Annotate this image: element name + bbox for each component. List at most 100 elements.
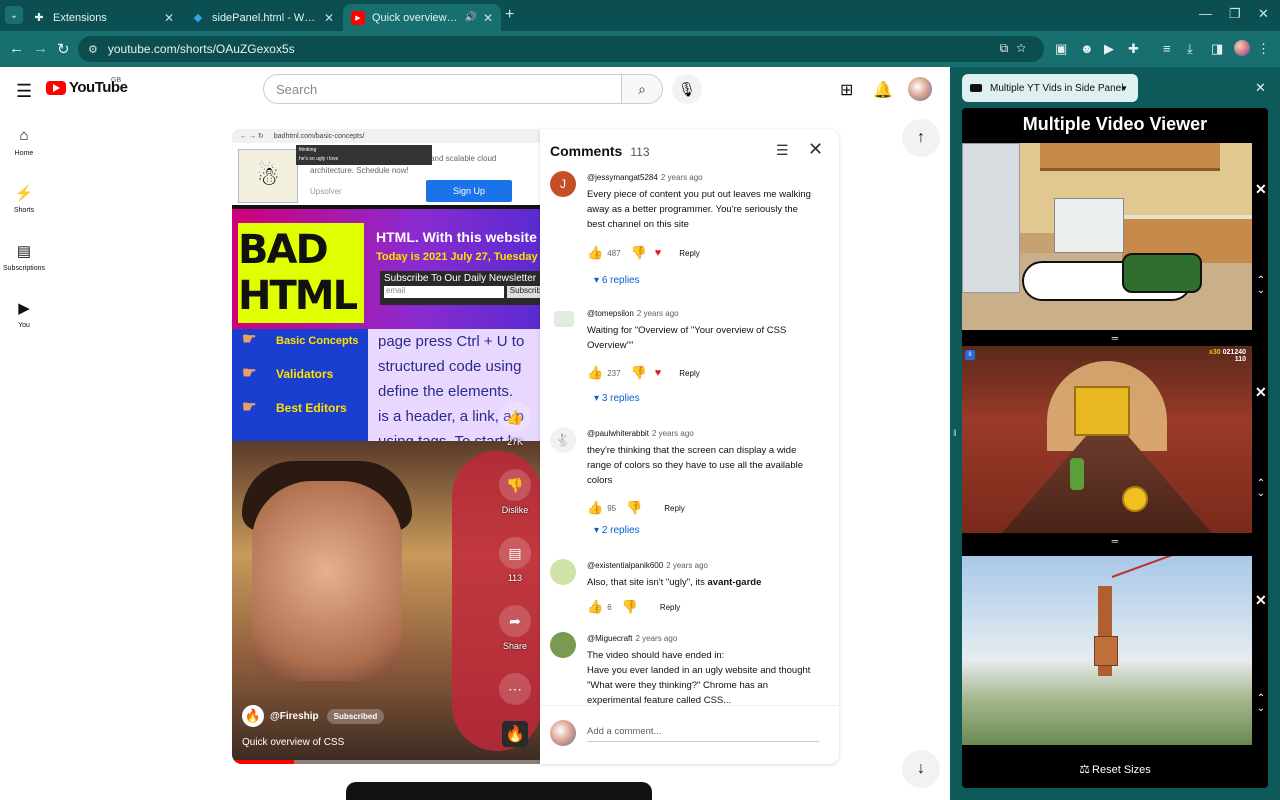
tab-extensions[interactable]: ✚ Extensions ✕ bbox=[24, 4, 182, 31]
like-button[interactable]: 👍 27K bbox=[498, 401, 532, 447]
remove-video-2-icon[interactable]: ✕ bbox=[1255, 384, 1267, 401]
comment-avatar[interactable] bbox=[550, 559, 576, 585]
extension-icon[interactable]: ▣ bbox=[1055, 41, 1067, 57]
notifications-bell-icon[interactable]: 🔔 bbox=[873, 80, 893, 100]
view-replies-button[interactable]: ▾ 2 replies bbox=[594, 525, 640, 536]
tab-search-icon[interactable]: ⌄ bbox=[5, 6, 23, 24]
channel-avatar-fire-icon[interactable]: 🔥 bbox=[242, 705, 264, 727]
more-options-button[interactable]: ⋯ bbox=[498, 673, 532, 705]
voice-search-button[interactable]: 🎙 bbox=[672, 74, 702, 104]
close-tab-icon[interactable]: ✕ bbox=[164, 11, 174, 25]
channel-info[interactable]: 🔥 @Fireship Subscribed bbox=[242, 705, 385, 727]
side-panel-icon[interactable]: ◨ bbox=[1211, 41, 1223, 57]
comment-time[interactable]: 2 years ago bbox=[637, 309, 679, 318]
video-frame-minecraft[interactable] bbox=[962, 556, 1252, 745]
sound-source-fire-icon[interactable]: 🔥 bbox=[502, 721, 528, 747]
comment-time[interactable]: 2 years ago bbox=[661, 173, 703, 182]
bookmark-star-icon[interactable]: ☆ bbox=[1016, 41, 1034, 55]
comment-author[interactable]: @existentialpanik600 bbox=[587, 561, 663, 570]
dislike-button[interactable]: 👎 Dislike bbox=[498, 469, 532, 515]
close-tab-icon[interactable]: ✕ bbox=[324, 11, 334, 25]
comment-avatar[interactable] bbox=[550, 632, 576, 658]
extension-icon[interactable]: ▶ bbox=[1104, 41, 1114, 57]
subscribed-button[interactable]: Subscribed bbox=[326, 708, 385, 724]
video-title[interactable]: Quick overview of CSS bbox=[242, 737, 344, 748]
tab-vscode[interactable]: ◆ sidePanel.html - Workspace - Visual St… bbox=[183, 4, 342, 31]
profile-avatar[interactable] bbox=[1234, 40, 1250, 56]
thumbs-up-icon[interactable]: 👍 bbox=[587, 500, 603, 516]
thumbs-up-icon[interactable]: 👍 bbox=[587, 245, 603, 261]
comment-author[interactable]: @tomepsilon bbox=[587, 309, 634, 318]
thumbs-down-icon[interactable]: 👎 bbox=[631, 245, 647, 261]
sort-comments-icon[interactable]: ☰ bbox=[776, 142, 789, 159]
comment-author[interactable]: @paulwhiterabbit bbox=[587, 429, 649, 438]
download-icon[interactable]: ⤓ bbox=[1187, 41, 1193, 57]
tab-youtube[interactable]: ▶ Quick overview of CSS - YouTube 🔊 ✕ bbox=[343, 4, 501, 31]
sidebar-item-home[interactable]: ⌂ Home bbox=[0, 127, 48, 157]
reset-sizes-button[interactable]: ⚖ Reset Sizes bbox=[962, 762, 1268, 776]
video-frame-cartoon[interactable] bbox=[962, 143, 1252, 330]
resize-video-1-icon[interactable]: ⌃ ⌄ bbox=[1255, 276, 1267, 296]
view-replies-button[interactable]: ▾ 6 replies bbox=[594, 275, 640, 286]
thumbs-up-icon[interactable]: 👍 bbox=[587, 599, 603, 615]
comment-time[interactable]: 2 years ago bbox=[635, 634, 677, 643]
search-button[interactable]: ⌕ bbox=[621, 74, 663, 104]
video-divider-handle[interactable]: ═ bbox=[962, 333, 1268, 343]
close-comments-icon[interactable]: ✕ bbox=[808, 139, 823, 160]
reload-icon[interactable]: ↻ bbox=[57, 40, 70, 58]
video-frame-game[interactable]: II x30 021240 110 bbox=[962, 346, 1252, 533]
close-window-icon[interactable]: ✕ bbox=[1258, 6, 1269, 22]
minimize-icon[interactable]: — bbox=[1199, 6, 1212, 21]
create-video-icon[interactable]: ⊞ bbox=[840, 80, 853, 100]
share-button[interactable]: ➦ Share bbox=[498, 605, 532, 651]
media-control-icon[interactable]: ≡ bbox=[1163, 41, 1171, 56]
side-panel-selector[interactable]: Multiple YT Vids in Side Panel ▼ bbox=[962, 74, 1138, 102]
comment-author[interactable]: @jessymangat5284 bbox=[587, 173, 658, 182]
audio-playing-icon[interactable]: 🔊 bbox=[464, 12, 476, 23]
remove-video-3-icon[interactable]: ✕ bbox=[1255, 592, 1267, 609]
thumbs-up-icon[interactable]: 👍 bbox=[587, 365, 603, 381]
close-tab-icon[interactable]: ✕ bbox=[483, 11, 493, 25]
sidebar-item-shorts[interactable]: ⚡ Shorts bbox=[0, 184, 48, 214]
back-icon[interactable]: ← bbox=[9, 40, 24, 57]
reply-button[interactable]: Reply bbox=[679, 249, 699, 258]
search-input[interactable]: Search bbox=[263, 74, 622, 104]
reply-button[interactable]: Reply bbox=[679, 369, 699, 378]
restore-icon[interactable]: ❐ bbox=[1229, 6, 1241, 22]
video-progress-bar[interactable] bbox=[232, 760, 540, 764]
remove-video-1-icon[interactable]: ✕ bbox=[1255, 181, 1267, 198]
cast-icon[interactable]: ⧉ bbox=[1000, 41, 1017, 55]
menu-hamburger-icon[interactable]: ☰ bbox=[16, 81, 32, 102]
video-divider-handle[interactable]: ═ bbox=[962, 536, 1268, 546]
sidebar-item-subscriptions[interactable]: ▤ Subscriptions bbox=[0, 242, 48, 272]
channel-name[interactable]: @Fireship bbox=[270, 711, 319, 722]
previous-short-button[interactable]: ↑ bbox=[902, 119, 940, 157]
account-avatar[interactable] bbox=[908, 77, 932, 101]
resize-video-2-icon[interactable]: ⌃ ⌄ bbox=[1255, 479, 1267, 499]
thumbs-down-icon[interactable]: 👎 bbox=[622, 599, 638, 615]
comments-button[interactable]: ▤ 113 bbox=[498, 537, 532, 583]
comment-avatar[interactable]: J bbox=[550, 171, 576, 197]
add-comment-input[interactable]: Add a comment... bbox=[587, 722, 819, 742]
comment-avatar[interactable] bbox=[554, 311, 574, 327]
thumbs-down-icon[interactable]: 👎 bbox=[631, 365, 647, 381]
menu-icon[interactable]: ⋮ bbox=[1257, 41, 1270, 57]
extensions-puzzle-icon[interactable]: ✚ bbox=[1128, 41, 1139, 57]
close-side-panel-icon[interactable]: ✕ bbox=[1255, 80, 1266, 96]
site-info-icon[interactable]: ⚙ bbox=[88, 43, 98, 56]
thumbs-down-icon[interactable]: 👎 bbox=[626, 500, 642, 516]
reply-button[interactable]: Reply bbox=[660, 603, 680, 612]
forward-icon[interactable]: → bbox=[33, 40, 48, 57]
view-replies-button[interactable]: ▾ 3 replies bbox=[594, 393, 640, 404]
reply-button[interactable]: Reply bbox=[664, 504, 684, 513]
comment-avatar[interactable]: 🐇 bbox=[550, 427, 576, 453]
comment-author[interactable]: @Miguecraft bbox=[587, 634, 632, 643]
shorts-video-player[interactable]: ← → ↻ badhtml.com/basic-concepts/ ☃ ...n… bbox=[232, 129, 540, 764]
new-tab-button[interactable]: + bbox=[505, 6, 514, 24]
extension-icon[interactable]: ☻ bbox=[1080, 41, 1094, 56]
next-short-button[interactable]: ↓ bbox=[902, 750, 940, 788]
side-panel-resize-handle[interactable]: ‖ bbox=[953, 428, 959, 438]
address-bar[interactable]: ⚙ youtube.com/shorts/OAuZGexox5s ⧉☆ bbox=[78, 36, 1044, 62]
youtube-logo[interactable]: YouTube GB bbox=[46, 77, 128, 96]
resize-video-3-icon[interactable]: ⌃ ⌄ bbox=[1255, 694, 1267, 714]
